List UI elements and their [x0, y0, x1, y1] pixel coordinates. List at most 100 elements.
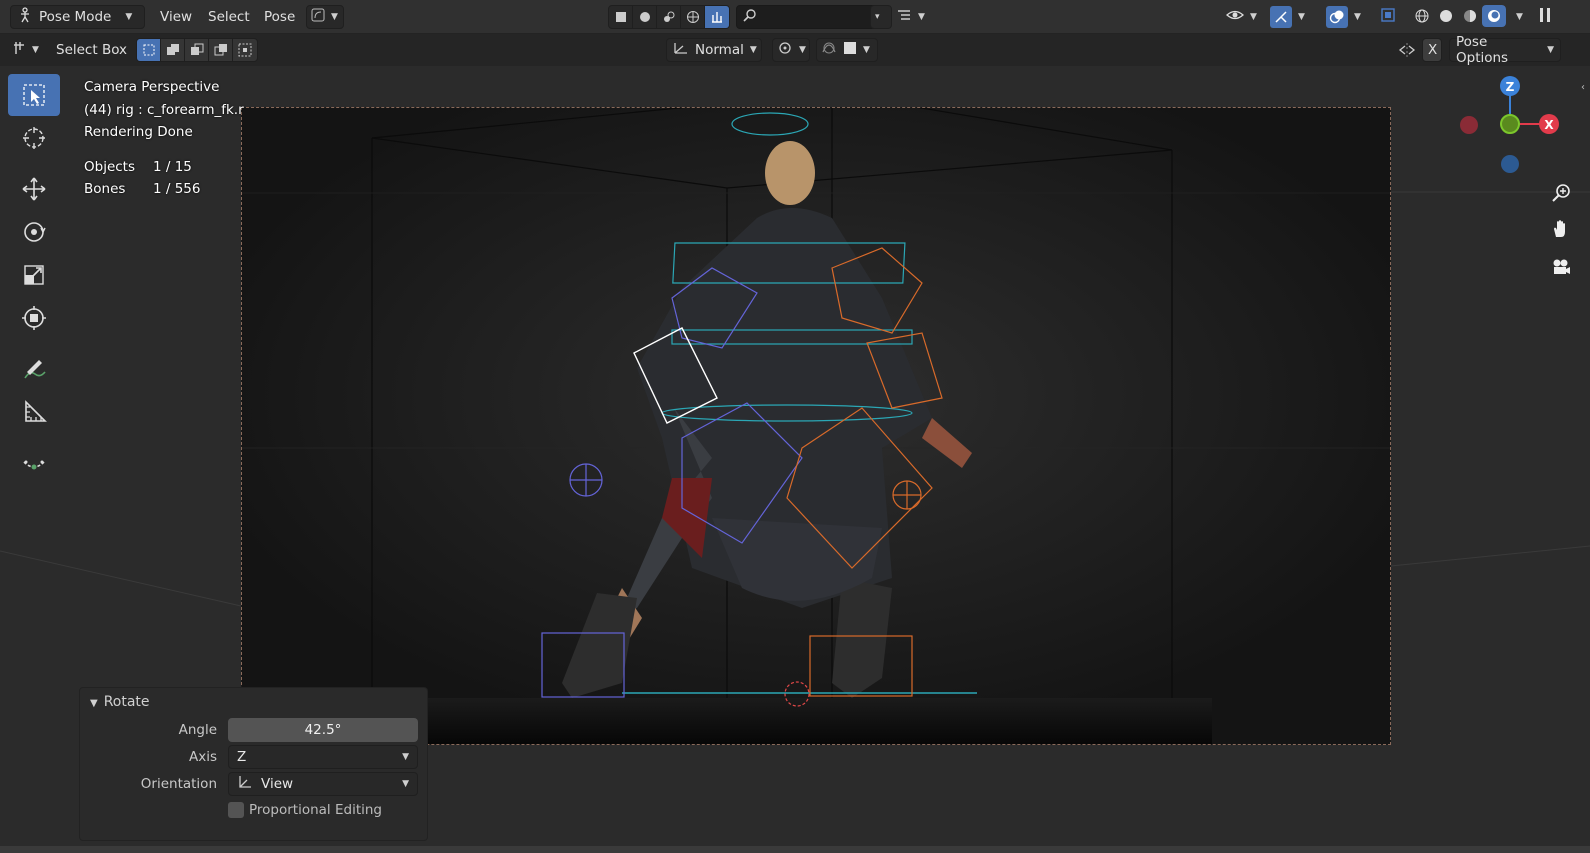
layout-dropdown[interactable]: ▼	[896, 5, 930, 29]
list-icon	[896, 8, 912, 26]
x-axis-label: X	[1544, 118, 1554, 132]
chevron-down-icon: ▼	[402, 752, 409, 762]
z-axis-label: Z	[1506, 80, 1515, 94]
viewport-stats: Objects 1 / 15 Bones 1 / 556	[84, 156, 201, 200]
rotate-tool[interactable]	[8, 211, 60, 253]
view-name: Camera Perspective	[84, 79, 220, 95]
select-mode-group	[136, 38, 258, 62]
axis-select[interactable]: Z ▼	[228, 745, 418, 769]
menu-select[interactable]: Select	[208, 5, 250, 29]
select-intersect-icon[interactable]	[233, 39, 257, 61]
hand-pan-icon[interactable]	[1546, 214, 1576, 244]
xray-icon	[1380, 7, 1396, 27]
move-tool[interactable]	[8, 168, 60, 210]
angle-slider[interactable]: 42.5°	[228, 718, 418, 742]
chevron-down-icon: ▼	[863, 45, 870, 55]
globe-icon[interactable]	[681, 6, 705, 28]
select-set-icon[interactable]	[137, 39, 161, 61]
gizmo-toggle[interactable]: ▼	[1270, 5, 1314, 29]
render-status: Rendering Done	[84, 124, 193, 140]
chevron-down-icon: ▼	[799, 45, 806, 55]
zoom-icon[interactable]	[1546, 178, 1576, 208]
pause-render-button[interactable]	[1538, 5, 1560, 29]
stats-row-bones: Bones 1 / 556	[84, 178, 201, 200]
viewport-header: Pose Mode ▼ View Select Pose ▼ ▾ ▼ ▼ ▼ ▼	[0, 0, 1590, 34]
menu-pose[interactable]: Pose	[264, 5, 295, 29]
pivot-dropdown[interactable]: ▼	[772, 38, 810, 62]
chevron-down-icon: ▼	[749, 45, 757, 55]
chevron-down-icon: ▼	[918, 12, 925, 22]
camera-view-icon[interactable]	[1546, 252, 1576, 282]
operator-title: Rotate	[103, 694, 150, 710]
xray-toggle[interactable]	[1380, 5, 1402, 29]
angle-label: Angle	[178, 722, 217, 738]
neg-x-handle	[1460, 116, 1478, 134]
axis-label: Axis	[188, 749, 217, 765]
operator-panel-header[interactable]: ▼ Rotate	[90, 694, 150, 710]
scale-tool[interactable]	[8, 254, 60, 296]
mode-dropdown[interactable]: Pose Mode ▼	[10, 5, 145, 29]
select-subtract-icon[interactable]	[185, 39, 209, 61]
pose-library-dropdown[interactable]: ▼	[306, 5, 344, 29]
tool-settings-header: ▼ Select Box Normal ▼ ▼ ▼ X Pose Options…	[0, 34, 1590, 66]
tool-dropdown[interactable]: ▼	[12, 38, 39, 62]
material-shading-icon[interactable]	[1458, 5, 1482, 27]
search-input[interactable]	[736, 5, 878, 29]
pose-options-dropdown[interactable]: Pose Options ▼	[1449, 34, 1561, 66]
transform-tool[interactable]	[8, 297, 60, 339]
rendered-shading-icon[interactable]	[1482, 5, 1506, 27]
wireframe-icon[interactable]	[1410, 5, 1434, 27]
chevron-down-icon: ▾	[875, 12, 880, 22]
snap-icon[interactable]	[705, 6, 729, 28]
visibility-dropdown[interactable]: ▼	[1226, 5, 1262, 29]
sidebar-toggle-icon[interactable]: ‹	[1581, 82, 1585, 93]
shading-options-dropdown[interactable]: ▼	[1510, 5, 1523, 29]
left-toolbar	[8, 74, 62, 485]
relax-pose-tool[interactable]	[8, 442, 60, 484]
solid-shading-icon[interactable]	[1434, 5, 1458, 27]
pose-options-label: Pose Options	[1456, 34, 1509, 66]
x-mirror-toggle[interactable]: X	[1422, 38, 1442, 62]
chevron-down-icon: ▼	[402, 779, 409, 789]
rendered-scene	[242, 108, 1390, 744]
orientation-select[interactable]: View ▼	[228, 772, 418, 796]
solid-icon[interactable]	[609, 6, 633, 28]
proportional-dropdown[interactable]: ▼	[816, 38, 878, 62]
material-icon[interactable]	[633, 6, 657, 28]
filter-dropdown[interactable]: ▾	[870, 5, 892, 29]
orientation-axes-icon	[237, 774, 253, 794]
orientation-row: Orientation View ▼	[80, 772, 429, 796]
orientation-icon	[673, 41, 689, 59]
chevron-down-icon: ▼	[1354, 12, 1361, 22]
viewport-info: Camera Perspective (44) rig : c_forearm_…	[84, 76, 244, 144]
texture-icon[interactable]	[657, 6, 681, 28]
navigation-gizmo[interactable]: Z X	[1454, 74, 1564, 184]
select-box-tool[interactable]	[8, 74, 60, 116]
neg-z-handle	[1501, 155, 1519, 173]
stats-value: 1 / 556	[153, 181, 201, 197]
select-tool-icon	[12, 40, 30, 60]
operator-panel: ▼ Rotate Angle 42.5° Axis Z ▼ Orientation…	[79, 687, 428, 841]
overlays-toggle[interactable]: ▼	[1326, 5, 1370, 29]
overlays-icon	[1326, 6, 1348, 28]
status-bar	[0, 846, 1590, 853]
transform-orientation-dropdown[interactable]: Normal ▼	[666, 38, 762, 62]
mirror-icon[interactable]	[1398, 38, 1416, 62]
chevron-down-icon: ▼	[1547, 45, 1554, 55]
falloff-icon	[843, 41, 857, 59]
eye-icon	[1226, 8, 1244, 26]
chevron-down-icon: ▼	[1298, 12, 1305, 22]
axis-row: Axis Z ▼	[80, 745, 429, 769]
proportional-icon	[821, 40, 837, 60]
orientation-label: Orientation	[140, 776, 217, 792]
proportional-checkbox[interactable]	[228, 802, 244, 818]
gizmo-icon	[1270, 6, 1292, 28]
cursor-tool[interactable]	[8, 117, 60, 159]
annotate-tool[interactable]	[8, 348, 60, 390]
stats-value: 1 / 15	[153, 159, 192, 175]
menu-view[interactable]: View	[160, 5, 192, 29]
search-icon	[743, 8, 757, 26]
select-extend-icon[interactable]	[161, 39, 185, 61]
measure-tool[interactable]	[8, 391, 60, 433]
select-invert-icon[interactable]	[209, 39, 233, 61]
